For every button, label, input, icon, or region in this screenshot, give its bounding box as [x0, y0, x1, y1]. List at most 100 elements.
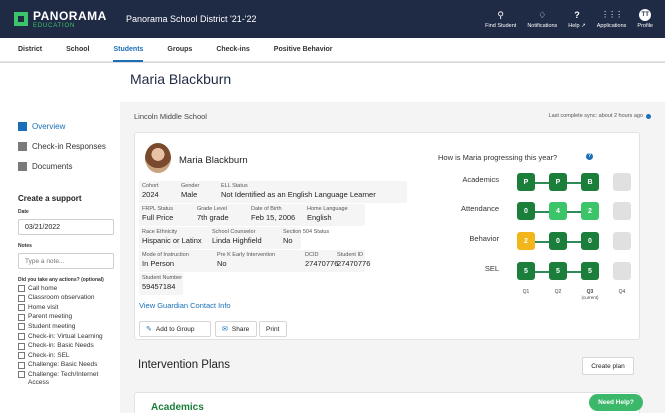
notes-label: Notes	[18, 243, 32, 249]
student-header: Maria Blackburn	[0, 62, 665, 102]
action-checkbox-checkin-sel[interactable]: Check-in: SEL	[18, 352, 118, 360]
progress-cell	[613, 232, 631, 250]
date-input[interactable]: 03/21/2022	[18, 219, 114, 235]
find-student-button[interactable]: ⚲ Find Student	[485, 9, 516, 29]
frpl-status-field: FRPL Status Full Price	[142, 206, 174, 222]
progress-cell[interactable]: 2	[517, 232, 535, 250]
help-circle-icon[interactable]: ?	[586, 153, 593, 160]
progress-cell[interactable]: 5	[517, 262, 535, 280]
action-checkbox-home-visit[interactable]: Home visit	[18, 304, 118, 312]
logo-sub-text: EDUCATION	[33, 22, 76, 29]
add-to-group-button[interactable]: ✎ Add to Group	[139, 321, 211, 337]
guardian-contact-link[interactable]: View Guardian Contact Info	[139, 301, 231, 310]
progress-cell[interactable]: P	[549, 173, 567, 191]
progress-cell[interactable]: 2	[581, 202, 599, 220]
intervention-plans-title: Intervention Plans	[138, 359, 231, 371]
checkbox[interactable]	[18, 285, 25, 293]
school-name: Lincoln Middle School	[134, 112, 207, 121]
progress-cell[interactable]: 5	[549, 262, 567, 280]
tab-positive-behavior[interactable]: Positive Behavior	[274, 38, 333, 62]
tab-district[interactable]: District	[18, 38, 42, 62]
page-title: Maria Blackburn	[130, 71, 232, 87]
student-name: Maria Blackburn	[179, 155, 248, 166]
race-ethnicity-field: Race Ethnicity Hispanic or Latinx	[142, 229, 202, 245]
progress-cell[interactable]: 4	[549, 202, 567, 220]
mode-of-instruction-field: Mode of Instruction In Person	[142, 252, 189, 268]
share-button[interactable]: ✉ Share	[215, 321, 257, 337]
progress-cell	[613, 173, 631, 191]
progress-row-sel: SEL	[484, 264, 499, 273]
sub-navigation: District School Students Groups Check-in…	[0, 38, 665, 62]
progress-cell[interactable]: P	[517, 173, 535, 191]
school-counselor-field: School Counselor Linda Highfield	[212, 229, 262, 245]
checkbox[interactable]	[18, 352, 25, 360]
checkbox[interactable]	[18, 304, 25, 312]
top-actions: ⚲ Find Student ♢ Notifications ? Help ↗ …	[474, 0, 653, 38]
date-label: Date	[18, 209, 29, 215]
sidebar-item-overview[interactable]: Overview	[18, 120, 120, 132]
sidebar-item-check-in-responses[interactable]: Check-in Responses	[18, 140, 120, 152]
tab-students[interactable]: Students	[113, 38, 143, 62]
profile-button[interactable]: TT Profile	[637, 9, 653, 29]
intervention-section-title: Academics	[151, 402, 204, 413]
quarter-label: Q1	[522, 289, 530, 295]
student-number-field: Student Number 59457184	[142, 275, 183, 291]
checkbox[interactable]	[18, 333, 25, 341]
panorama-logo[interactable]: PANORAMA EDUCATION	[14, 10, 122, 29]
checkin-icon	[18, 141, 27, 151]
progress-cell[interactable]: 5	[581, 262, 599, 280]
gender-field: Gender Male	[181, 183, 200, 199]
pre-k-intervention-field: Pre K Early Intervention No	[217, 252, 276, 268]
checkbox[interactable]	[18, 342, 25, 350]
tab-school[interactable]: School	[66, 38, 89, 62]
mail-icon: ✉	[222, 326, 228, 333]
checkbox[interactable]	[18, 294, 25, 302]
create-plan-button[interactable]: Create plan	[582, 357, 634, 375]
action-checkbox-checkin-basic-needs[interactable]: Check-in: Basic Needs	[18, 342, 118, 350]
action-checkbox-virtual-learning[interactable]: Check-in: Virtual Learning	[18, 333, 118, 341]
action-checkbox-student-meeting[interactable]: Student meeting	[18, 323, 118, 331]
dcid-field: DCID 27470776	[305, 252, 339, 268]
date-of-birth-field: Date of Birth Feb 15, 2006	[251, 206, 296, 222]
search-icon: ⚲	[497, 10, 505, 20]
progress-cell[interactable]: 0	[517, 202, 535, 220]
home-language-field: Home Language English	[307, 206, 348, 222]
create-support-title: Create a support	[18, 194, 82, 203]
student-profile-card: Maria Blackburn Cohort 2024 Gender Male EL…	[134, 132, 640, 340]
action-checkbox-parent-meeting[interactable]: Parent meeting	[18, 313, 118, 321]
action-checkbox-classroom-observation[interactable]: Classroom observation	[18, 294, 118, 302]
checkbox[interactable]	[18, 323, 25, 331]
notes-input[interactable]	[18, 253, 114, 269]
help-button[interactable]: ? Help ↗	[568, 9, 585, 29]
need-help-button[interactable]: Need Help?	[589, 394, 643, 411]
applications-button[interactable]: ⋮⋮⋮ Applications	[597, 9, 627, 29]
action-checkbox-call-home[interactable]: Call home	[18, 285, 118, 293]
checkbox[interactable]	[18, 313, 25, 321]
progress-row-behavior: Behavior	[469, 234, 499, 243]
avatar-icon: TT	[639, 9, 652, 21]
grid-icon: ⋮⋮⋮	[601, 10, 623, 19]
print-button[interactable]: Print	[259, 321, 287, 337]
intervention-academics-card: Academics	[134, 392, 640, 413]
logo-main-text: PANORAMA	[33, 8, 107, 23]
main-content: Lincoln Middle School Last complete sync…	[120, 102, 665, 413]
section-504-field: Section 504 Status No	[283, 229, 330, 245]
tab-check-ins[interactable]: Check-ins	[216, 38, 249, 62]
pencil-icon: ✎	[146, 326, 152, 333]
checkbox[interactable]	[18, 371, 25, 379]
quarter-label-current: Q3 (current)	[581, 289, 599, 300]
grade-level-field: Grade Level 7th grade	[197, 206, 229, 222]
progress-cell[interactable]: 0	[581, 232, 599, 250]
info-icon[interactable]	[646, 114, 651, 119]
sidebar-item-documents[interactable]: Documents	[18, 160, 120, 172]
cohort-field: Cohort 2024	[142, 183, 159, 199]
notifications-button[interactable]: ♢ Notifications	[527, 9, 557, 29]
checkbox[interactable]	[18, 361, 25, 369]
progress-cell[interactable]: 0	[549, 232, 567, 250]
progress-cell[interactable]: B	[581, 173, 599, 191]
action-checkbox-challenge-basic-needs[interactable]: Challenge: Basic Needs	[18, 361, 118, 369]
action-checkbox-challenge-tech[interactable]: Challenge: Tech/Internet Access	[18, 371, 118, 387]
tab-groups[interactable]: Groups	[167, 38, 192, 62]
quarter-label: Q4	[618, 289, 626, 295]
progress-title: How is Maria progressing this year?	[438, 153, 558, 162]
